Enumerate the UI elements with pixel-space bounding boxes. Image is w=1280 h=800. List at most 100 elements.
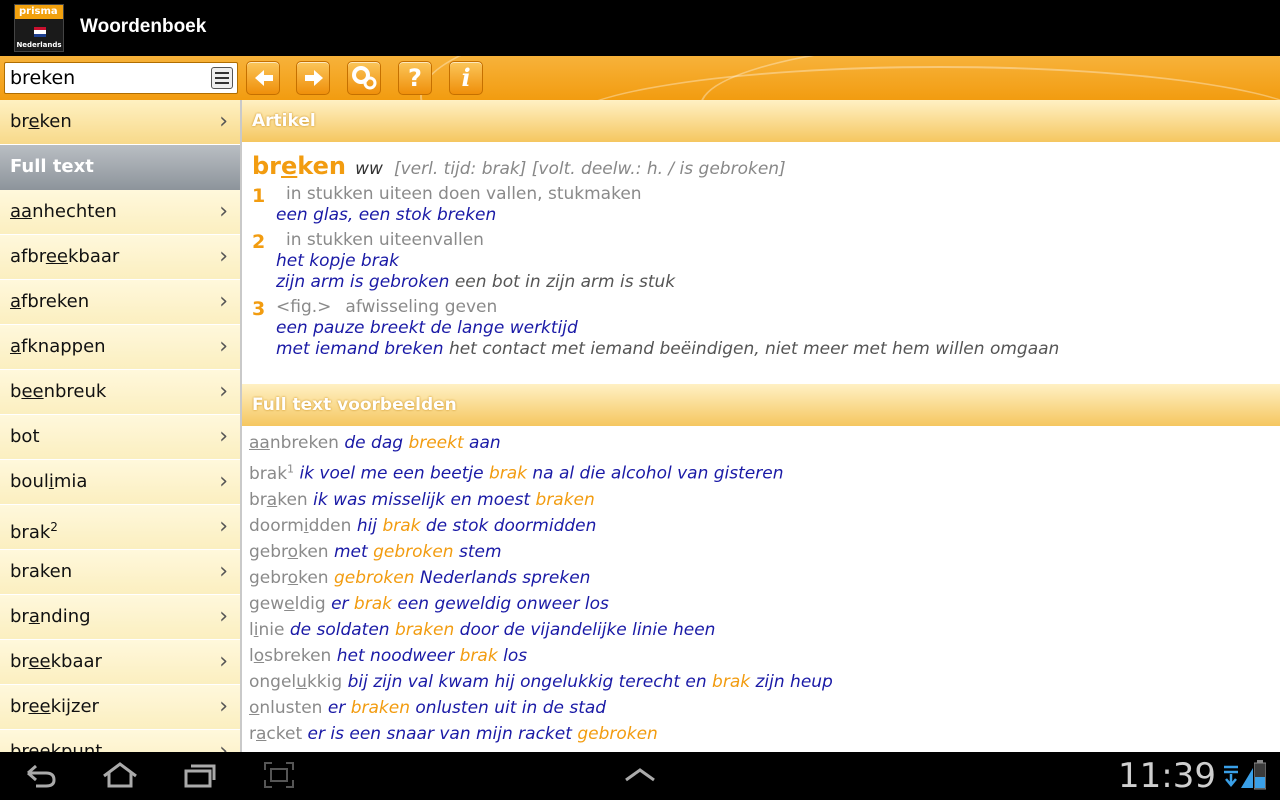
fulltext-row[interactable]: racket er is een snaar van mijn racket g… [242,721,1280,747]
fulltext-lemma[interactable]: doormidden [249,516,351,536]
selected-word-item[interactable]: breken › [0,100,240,145]
fulltext-row[interactable]: gebroken met gebroken stem [242,539,1280,565]
fulltext-row[interactable]: brak1 ik voel me een beetje brak na al d… [242,456,1280,487]
fulltext-lemma[interactable]: braken [249,490,308,510]
chevron-right-icon: › [219,244,228,269]
sense-label: <fig.> [276,297,332,317]
back-nav-icon[interactable] [22,760,58,790]
chevron-right-icon: › [219,199,228,224]
fulltext-lemma[interactable]: brak1 [249,462,294,484]
fulltext-lemma[interactable]: gebroken [249,568,329,588]
example: met iemand breken het contact met iemand… [276,339,1060,359]
word-list-item[interactable]: brak2 › [0,505,240,550]
sense: 3 <fig.> afwisseling geven een pauze breekt… [252,297,1268,360]
word-list-item[interactable]: breekbaar › [0,640,240,685]
article-section-header: Artikel [242,100,1280,142]
fulltext-row[interactable]: geweldig er brak een geweldig onweer los [242,591,1280,617]
chevron-right-icon: › [219,109,228,134]
fulltext-row[interactable]: ongelukkig bij zijn val kwam hij ongeluk… [242,669,1280,695]
word-list-item[interactable]: breekpunt › [0,730,240,752]
toolbar: ? i [0,56,1280,100]
arrow-right-icon [305,70,323,86]
word-list-item[interactable]: afbreekbaar › [0,235,240,280]
example: het kopje brak [276,251,399,271]
word-list-item-label: breekpunt [10,741,103,752]
fulltext-lemma[interactable]: gebroken [249,542,329,562]
word-list-item[interactable]: aanhechten › [0,190,240,235]
word-list-item[interactable]: branding › [0,595,240,640]
sense: 2 in stukken uiteenvallen het kopje brak zi… [252,230,1268,293]
word-list-item-label: aanhechten [10,201,117,222]
chevron-right-icon: › [219,469,228,494]
word-list-item-label: afbreken [10,291,90,312]
sense-definition: in stukken uiteen doen vallen, stukmaken [286,184,642,204]
chevron-right-icon: › [219,649,228,674]
logo-brand: prisma [15,5,63,19]
settings-button[interactable] [347,61,381,95]
fulltext-lemma[interactable]: ongelukkig [249,672,342,692]
fulltext-lemma[interactable]: losbreken [249,646,331,666]
help-button[interactable]: ? [398,61,432,95]
chevron-right-icon: › [219,514,228,539]
search-box [4,62,238,94]
fulltext-lemma[interactable]: racket [249,724,302,744]
chevron-right-icon: › [219,739,228,752]
word-list-item-label: afknappen [10,336,106,357]
signal-icon [1241,768,1253,788]
word-list-item[interactable]: boulimia › [0,460,240,505]
fulltext-row[interactable]: gebroken gebroken Nederlands spreken [242,565,1280,591]
word-list-item[interactable]: afbreken › [0,280,240,325]
info-button[interactable]: i [449,61,483,95]
headword: breken [252,152,346,180]
home-icon[interactable] [100,760,140,790]
fulltext-row[interactable]: doormidden hij brak de stok doormidden [242,513,1280,539]
example: een pauze breekt de lange werktijd [276,318,578,338]
grammar-info: [verl. tijd: brak] [volt. deelw.: h. / i… [393,159,786,179]
system-nav-bar: 11:39 [0,752,1280,800]
word-list-item[interactable]: bot › [0,415,240,460]
recent-apps-icon[interactable] [182,760,218,790]
arrow-left-icon [255,70,273,86]
title-bar: prisma Nederlands Woordenboek [0,0,1280,56]
fulltext-row[interactable]: aanbreken de dag breekt aan [242,430,1280,456]
word-list-item-label: boulimia [10,471,88,492]
word-list-item-label: breekijzer [10,696,99,717]
app-logo: prisma Nederlands [14,4,64,52]
word-list-item[interactable]: braken › [0,550,240,595]
example: een glas, een stok breken [276,205,497,225]
battery-icon [1254,760,1266,790]
word-list-item-label: bot [10,426,40,447]
search-input[interactable] [7,63,207,93]
question-icon: ? [408,64,422,92]
fulltext-lemma[interactable]: aanbreken [249,433,339,453]
info-icon: i [461,63,471,92]
word-list-item-label: brak2 [10,520,58,543]
chevron-right-icon: › [219,289,228,314]
screenshot-icon[interactable] [262,760,296,790]
fulltext-row[interactable]: losbreken het noodweer brak los [242,643,1280,669]
clock: 11:39 [1118,756,1216,796]
sense-number: 1 [252,185,266,207]
fulltext-lemma[interactable]: linie [249,620,284,640]
back-button[interactable] [246,61,280,95]
fulltext-lemma[interactable]: geweldig [249,594,326,614]
word-list-item[interactable]: afknappen › [0,325,240,370]
chevron-right-icon: › [219,604,228,629]
fulltext-row[interactable]: braken ik was misselijk en moest braken [242,487,1280,513]
word-list-item[interactable]: beenbreuk › [0,370,240,415]
word-list-item-label: breekbaar [10,651,102,672]
fulltext-row[interactable]: onlusten er braken onlusten uit in de st… [242,695,1280,721]
word-list-item[interactable]: breekijzer › [0,685,240,730]
fulltext-row[interactable]: linie de soldaten braken door de vijande… [242,617,1280,643]
part-of-speech: ww [355,159,383,179]
dutch-flag-icon [34,27,46,37]
fulltext-lemma[interactable]: onlusten [249,698,322,718]
chevron-up-icon[interactable] [622,766,658,786]
sense-definition: in stukken uiteenvallen [286,230,484,250]
list-icon[interactable] [211,67,233,89]
sense-definition: afwisseling geven [345,297,498,317]
forward-button[interactable] [296,61,330,95]
sense-number: 2 [252,231,266,253]
word-list: breken › Full text aanhechten › afbreekbaa… [0,100,240,752]
chevron-right-icon: › [219,424,228,449]
